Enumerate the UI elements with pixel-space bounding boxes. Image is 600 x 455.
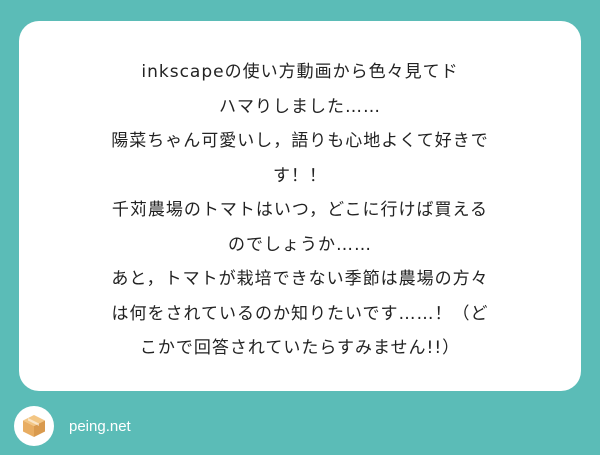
question-line: inkscapeの使い方動画から色々見てド (141, 62, 459, 82)
question-line: のでしょうか…… (228, 234, 372, 255)
question-line: あと，トマトが栽培できない季節は農場の方々 (111, 269, 489, 289)
question-line: す！！ (273, 165, 327, 186)
question-card: inkscapeの使い方動画から色々見てド ハマりしました…… 陽菜ちゃん可愛い… (19, 21, 581, 391)
question-text: inkscapeの使い方動画から色々見てド ハマりしました…… 陽菜ちゃん可愛い… (33, 55, 567, 366)
question-line: 千苅農場のトマトはいつ，どこに行けば買える (111, 200, 489, 220)
question-line: は何をされているのか知りたいです……！（ど (111, 303, 489, 324)
brand-name: peing.net (69, 417, 131, 435)
question-line: ハマりしました…… (219, 96, 381, 117)
peing-box-icon (14, 406, 54, 446)
footer: peing.net (14, 404, 131, 448)
question-line: 陽菜ちゃん可愛いし，語りも心地よくて好きで (111, 131, 489, 151)
question-line: こかで回答されていたらすみません!!） (139, 338, 461, 358)
